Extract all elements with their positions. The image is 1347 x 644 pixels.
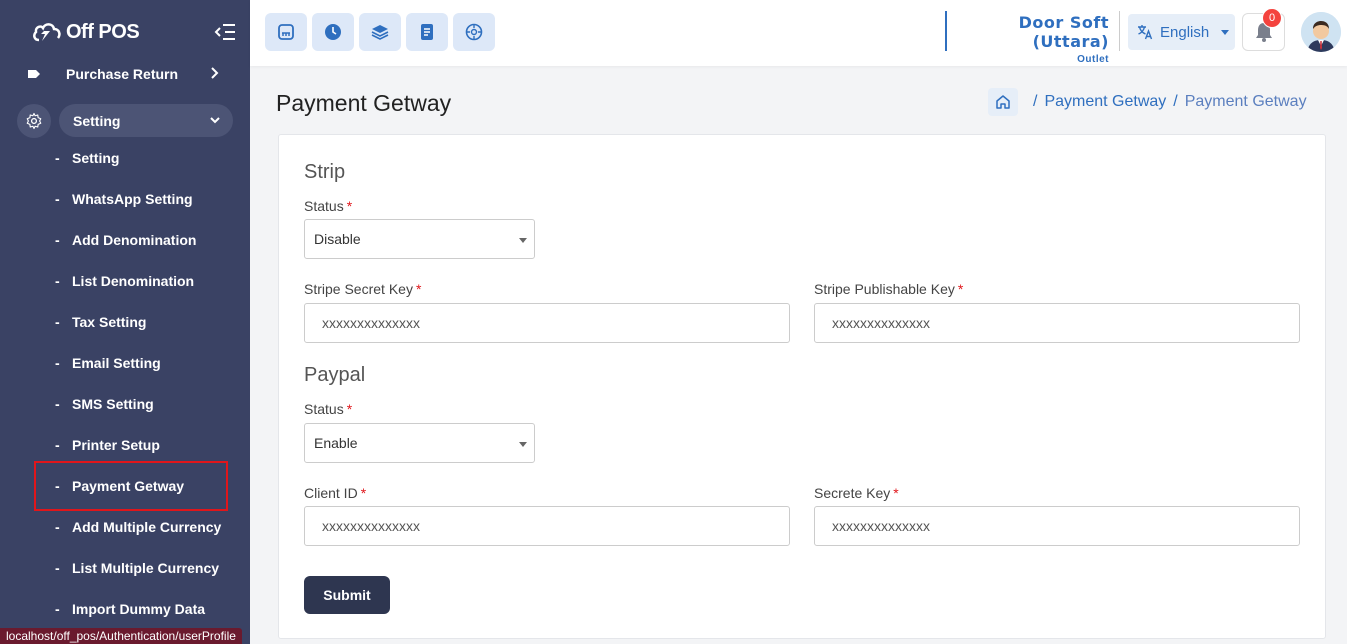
client-id-input[interactable] [304,506,790,546]
dropdown-arrow-icon [519,442,527,447]
layers-icon [371,25,389,40]
notification-button[interactable]: 0 [1242,8,1285,51]
dashboard-icon [465,23,483,41]
paypal-secret-key-label: Secrete Key * [814,485,899,501]
payment-gateway-card [278,134,1326,639]
gear-icon[interactable] [17,104,51,138]
stripe-secret-key-label: Stripe Secret Key * [304,281,422,297]
strip-status-select[interactable]: Disable [304,219,535,259]
paypal-status-label: Status * [304,401,353,417]
dropdown-arrow-icon [519,238,527,243]
sidebar-item-list-multiple-currency[interactable]: - List Multiple Currency [0,554,250,582]
sidebar-group-setting[interactable]: Setting [59,104,233,137]
sidebar-item-label: Purchase Return [66,66,179,82]
clock-button[interactable] [312,13,354,51]
breadcrumb-current: Payment Getway [1184,93,1307,110]
language-label: English [1160,23,1210,41]
caret-down-icon [1221,29,1230,35]
sidebar: Off POS Purchase Return Setting - Setting… [0,0,250,644]
breadcrumb-separator: / [1033,93,1038,110]
layers-button[interactable] [359,13,401,51]
logo-icon [33,23,61,42]
document-button[interactable] [406,13,448,51]
app-logo[interactable]: Off POS [32,19,140,45]
sidebar-group-label: Setting [73,112,121,129]
stripe-secret-key-input[interactable] [304,303,790,343]
sidebar-item-import-dummy-data[interactable]: - Import Dummy Data [0,595,250,623]
paypal-status-value: Enable [314,435,358,451]
strip-status-label: Status * [304,198,353,214]
sidebar-item-printer-setup[interactable]: - Printer Setup [0,431,250,459]
sidebar-item-purchase-return[interactable]: Purchase Return [0,62,250,86]
active-item-highlight [34,461,228,511]
browser-status-url: localhost/off_pos/Authentication/userPro… [0,628,242,644]
required-mark: * [346,401,353,417]
strip-section-title: Strip [304,161,346,183]
sidebar-item-whatsapp-setting[interactable]: - WhatsApp Setting [0,185,250,213]
sidebar-item-list-denomination[interactable]: - List Denomination [0,267,250,295]
stripe-publishable-key-input[interactable] [814,303,1300,343]
required-mark: * [360,485,367,501]
avatar-image [1301,12,1341,52]
chevron-down-icon [210,117,220,124]
outlet-label: Outlet [1077,54,1109,65]
collapse-menu-icon[interactable] [214,22,236,42]
clock-icon [325,24,341,40]
stripe-publishable-key-label: Stripe Publishable Key * [814,281,964,297]
breadcrumb: / Payment Getway / Payment Getway [988,88,1307,116]
outlet-info[interactable]: Door Soft (Uttara) Outlet [945,11,1120,65]
top-header: Door Soft (Uttara) Outlet English 0 [250,0,1347,66]
paypal-section-title: Paypal [304,364,366,386]
submit-button[interactable]: Submit [304,576,390,614]
breadcrumb-link[interactable]: Payment Getway [1044,93,1166,111]
document-icon [421,24,433,40]
sidebar-item-add-multiple-currency[interactable]: - Add Multiple Currency [0,513,250,541]
return-icon [28,70,40,78]
dashboard-button[interactable] [453,13,495,51]
pos-button[interactable] [265,13,307,51]
paypal-secret-key-input[interactable] [814,506,1300,546]
sidebar-header: Off POS [0,0,250,64]
paypal-status-select[interactable]: Enable [304,423,535,463]
user-avatar[interactable] [1301,12,1341,52]
translate-icon [1138,25,1153,40]
sidebar-item-email-setting[interactable]: - Email Setting [0,349,250,377]
outlet-name: Door Soft (Uttara) [1018,13,1109,51]
required-mark: * [346,198,353,214]
chevron-right-icon [211,67,219,79]
required-mark: * [415,281,422,297]
sidebar-item-tax-setting[interactable]: - Tax Setting [0,308,250,336]
language-selector[interactable]: English [1128,14,1235,50]
pos-icon [278,24,294,40]
sidebar-item-add-denomination[interactable]: - Add Denomination [0,226,250,254]
required-mark: * [957,281,964,297]
required-mark: * [893,485,899,501]
notification-badge: 0 [1262,8,1282,28]
logo-text: Off POS [66,20,140,43]
sidebar-item-sms-setting[interactable]: - SMS Setting [0,390,250,418]
home-icon[interactable] [988,88,1018,116]
breadcrumb-separator: / [1173,93,1178,110]
page-title: Payment Getway [276,90,452,116]
strip-status-value: Disable [314,231,361,247]
sidebar-item-setting[interactable]: - Setting [0,144,250,172]
client-id-label: Client ID * [304,485,367,501]
